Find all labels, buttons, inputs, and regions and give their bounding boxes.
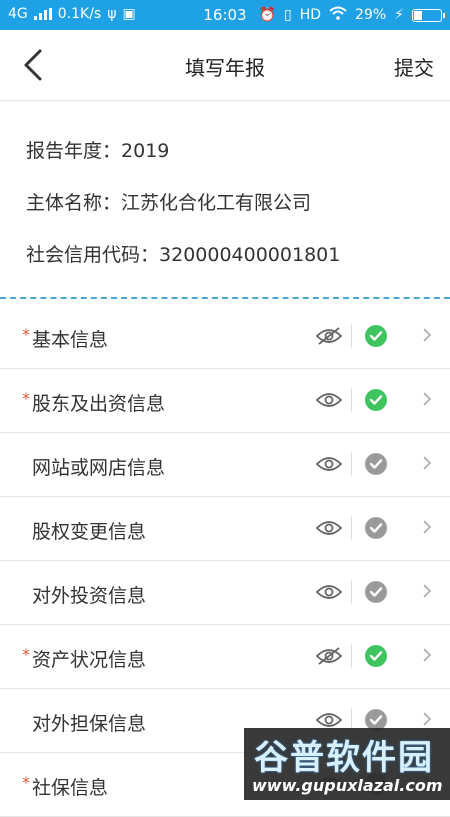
status-bar: 4G 0.1K/s ψ ▣ 16:03 ⏰ ▯ HD 29% ⚡ [0, 0, 450, 30]
wifi-icon [329, 6, 347, 24]
divider [351, 388, 352, 412]
divider [351, 516, 352, 540]
section-label: 对外投资信息 [32, 585, 147, 607]
divider [351, 324, 352, 348]
hd-label: HD [299, 7, 322, 23]
charging-icon: ⚡ [394, 7, 404, 23]
report-year-value: 2019 [121, 140, 170, 162]
section-label: 资产状况信息 [32, 649, 147, 671]
eye-icon[interactable] [315, 519, 343, 537]
check-pending-icon [365, 517, 387, 539]
eye-icon[interactable] [315, 455, 343, 473]
check-pending-icon [365, 453, 387, 475]
required-mark: * [22, 389, 30, 408]
entity-name-value: 江苏化合化工有限公司 [121, 192, 312, 214]
chevron-right-icon [422, 647, 432, 667]
section-row[interactable]: * 资产状况信息 [0, 625, 450, 689]
report-year-label: 报告年度： [26, 140, 122, 162]
section-label: 对外担保信息 [32, 713, 147, 735]
section-label: 股权变更信息 [32, 521, 147, 543]
section-row[interactable]: * 基本信息 [0, 305, 450, 369]
required-mark: * [22, 645, 30, 664]
divider [351, 452, 352, 476]
dashed-divider [0, 297, 450, 299]
battery-icon [412, 8, 445, 22]
vibrate-icon: ▯ [284, 7, 292, 23]
divider [351, 644, 352, 668]
credit-code-value: 320000400001801 [159, 244, 341, 266]
section-row[interactable]: * 股东及出资信息 [0, 369, 450, 433]
chevron-right-icon [422, 583, 432, 603]
check-done-icon [365, 325, 387, 347]
check-done-icon [365, 645, 387, 667]
section-row[interactable]: 股权变更信息 [0, 497, 450, 561]
eye-icon[interactable] [315, 583, 343, 601]
chevron-right-icon [422, 327, 432, 347]
section-label: 社保信息 [32, 777, 109, 799]
required-mark: * [22, 325, 30, 344]
credit-code-row: 社会信用代码：320000400001801 [26, 229, 424, 281]
battery-percent: 29% [355, 7, 387, 23]
entity-name-label: 主体名称： [26, 192, 122, 214]
section-label: 基本信息 [32, 329, 109, 351]
nav-bar: 填写年报 提交 [0, 30, 450, 101]
section-row[interactable]: 对外投资信息 [0, 561, 450, 625]
chevron-right-icon [422, 519, 432, 539]
submit-button[interactable]: 提交 [394, 52, 434, 81]
eye-icon[interactable] [315, 391, 343, 409]
section-label: 网站或网店信息 [32, 457, 166, 479]
battery-fill [414, 10, 423, 20]
chevron-right-icon [422, 455, 432, 475]
report-year-row: 报告年度：2019 [26, 125, 424, 177]
page-title: 填写年报 [185, 56, 265, 80]
check-done-icon [365, 389, 387, 411]
divider [351, 580, 352, 604]
section-row[interactable]: 网站或网店信息 [0, 433, 450, 497]
watermark-logo: 谷普软件园 www.gupuxlazal.com [244, 728, 450, 800]
watermark-url: www.gupuxlazal.com [252, 776, 443, 795]
check-pending-icon [365, 581, 387, 603]
eye-off-icon[interactable] [315, 647, 343, 665]
report-info: 报告年度：2019 主体名称：江苏化合化工有限公司 社会信用代码：3200004… [0, 101, 450, 285]
required-mark: * [22, 773, 30, 792]
section-label: 股东及出资信息 [32, 393, 166, 415]
entity-name-row: 主体名称：江苏化合化工有限公司 [26, 177, 424, 229]
eye-icon[interactable] [315, 711, 343, 729]
chevron-right-icon [422, 391, 432, 411]
watermark-title: 谷普软件园 [254, 738, 434, 778]
alarm-icon: ⏰ [258, 7, 276, 23]
credit-code-label: 社会信用代码： [26, 244, 160, 266]
eye-off-icon[interactable] [315, 327, 343, 345]
status-right: ⏰ ▯ HD 29% ⚡ [258, 6, 445, 24]
